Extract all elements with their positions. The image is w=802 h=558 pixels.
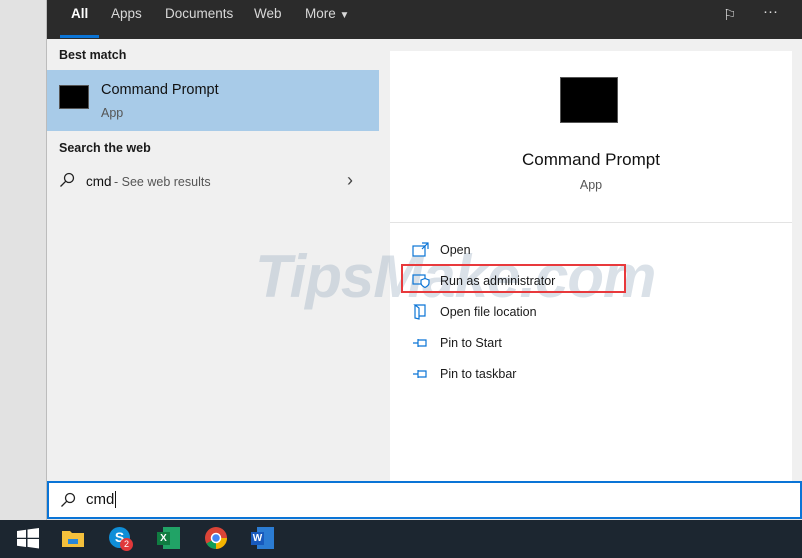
search-icon bbox=[60, 172, 75, 187]
notification-badge: 2 bbox=[120, 538, 133, 551]
action-label: Open bbox=[440, 243, 471, 257]
action-label: Pin to taskbar bbox=[440, 367, 517, 381]
folder-icon bbox=[413, 304, 426, 320]
word-icon[interactable]: W bbox=[249, 524, 277, 552]
excel-icon[interactable]: X bbox=[155, 524, 183, 552]
action-pin-to-taskbar[interactable]: Pin to taskbar bbox=[412, 366, 516, 382]
file-explorer-icon[interactable] bbox=[59, 524, 87, 552]
search-icon bbox=[61, 492, 76, 507]
action-pin-to-start[interactable]: Pin to Start bbox=[412, 335, 502, 351]
chevron-right-icon: › bbox=[347, 170, 353, 190]
action-label: Pin to Start bbox=[440, 336, 502, 350]
command-prompt-large-icon bbox=[560, 77, 618, 123]
best-match-title: Command Prompt bbox=[101, 82, 219, 98]
tab-more[interactable]: More ▼ bbox=[305, 6, 349, 21]
web-result-item[interactable]: cmd - See web results › bbox=[47, 168, 379, 196]
highlight-annotation bbox=[401, 264, 626, 293]
search-scope-tabs: All Apps Documents Web More ▼ ⚐ ··· bbox=[47, 0, 802, 39]
open-icon bbox=[412, 242, 429, 257]
tab-apps[interactable]: Apps bbox=[111, 6, 142, 21]
windows-start-icon[interactable] bbox=[14, 524, 42, 552]
search-input[interactable]: cmd bbox=[47, 481, 802, 519]
feedback-icon[interactable]: ⚐ bbox=[723, 6, 736, 24]
search-web-header: Search the web bbox=[59, 141, 151, 155]
preview-title: Command Prompt bbox=[522, 150, 660, 169]
command-prompt-icon bbox=[59, 85, 89, 109]
more-options-icon[interactable]: ··· bbox=[763, 3, 778, 20]
tab-web[interactable]: Web bbox=[254, 6, 282, 21]
chrome-icon[interactable] bbox=[202, 524, 230, 552]
action-label: Open file location bbox=[440, 305, 537, 319]
tab-documents[interactable]: Documents bbox=[165, 6, 233, 21]
excel-letter: X bbox=[157, 532, 170, 545]
tab-all[interactable]: All bbox=[71, 6, 88, 21]
word-letter: W bbox=[251, 532, 264, 545]
action-open-file-location[interactable]: Open file location bbox=[412, 304, 537, 320]
search-input-value: cmd bbox=[86, 491, 117, 508]
pin-icon bbox=[413, 339, 427, 347]
tab-more-label: More bbox=[305, 6, 336, 21]
web-result-query: cmd bbox=[86, 174, 112, 189]
best-match-header: Best match bbox=[59, 48, 127, 62]
chevron-down-icon: ▼ bbox=[339, 10, 350, 21]
web-result-suffix: - See web results bbox=[114, 175, 211, 189]
preview-subtitle: App bbox=[579, 178, 603, 192]
skype-icon[interactable]: S2 bbox=[108, 524, 136, 552]
best-match-item[interactable]: Command Prompt App bbox=[47, 70, 379, 131]
action-open[interactable]: Open bbox=[412, 242, 471, 258]
desktop-background bbox=[0, 0, 47, 520]
active-tab-indicator bbox=[60, 35, 99, 38]
divider bbox=[390, 222, 792, 223]
pin-icon bbox=[413, 370, 427, 378]
best-match-subtitle: App bbox=[101, 106, 124, 120]
